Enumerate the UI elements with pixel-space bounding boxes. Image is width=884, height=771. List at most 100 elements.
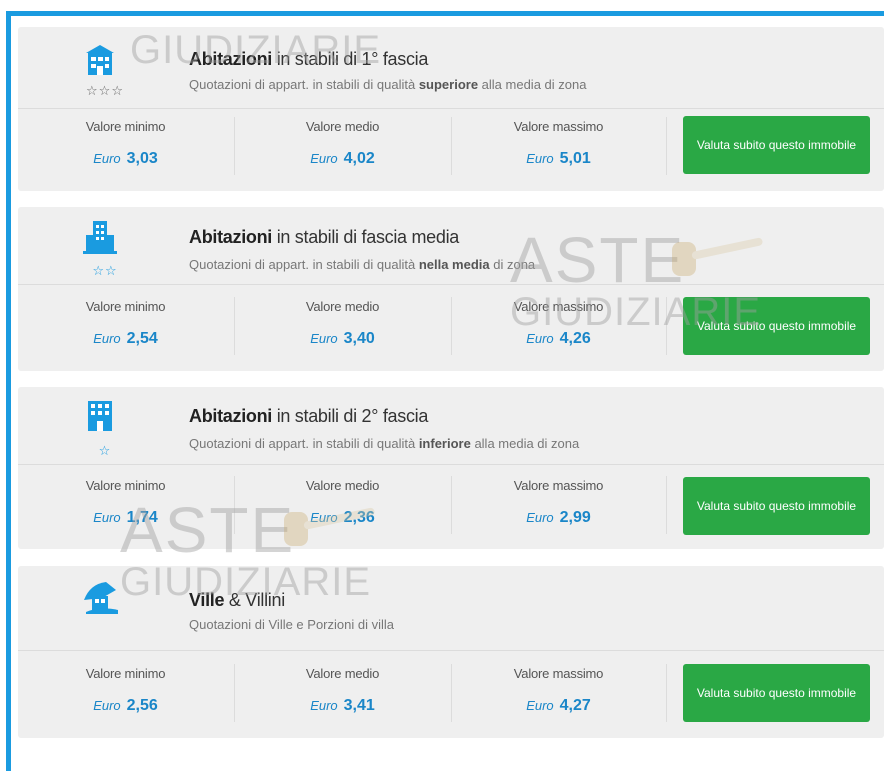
subtitle-pre: Quotazioni di appart. in stabili di qual… — [189, 257, 419, 272]
min-value: Euro 1,74 — [18, 509, 233, 527]
min-value-label: Valore minimo — [85, 666, 166, 681]
card-title: Abitazioni in stabili di 1° fascia — [189, 49, 428, 70]
card-divider — [18, 650, 884, 651]
subtitle-pre: Quotazioni di appart. in stabili di qual… — [189, 436, 419, 451]
column-separator — [666, 117, 667, 175]
avg-value: Euro 3,40 — [235, 330, 450, 348]
currency-label: Euro — [310, 698, 338, 713]
min-value: Euro 2,56 — [18, 697, 233, 715]
avg-value-amount: 4,02 — [343, 150, 375, 167]
villa-house-icon — [80, 576, 120, 620]
avg-value-amount: 3,41 — [343, 697, 375, 714]
subtitle-post: di zona — [489, 257, 536, 272]
apartment-tower-icon — [80, 217, 120, 261]
avg-value-column: Valore medio Euro 4,02 — [235, 119, 450, 168]
avg-value-label: Valore medio — [305, 119, 380, 134]
max-value-amount: 4,26 — [559, 330, 591, 347]
max-value-label: Valore massimo — [513, 299, 604, 314]
max-value-amount: 2,99 — [559, 509, 591, 526]
max-value-label: Valore massimo — [513, 119, 604, 134]
rating-stars: ☆☆ — [92, 263, 118, 278]
title-bold: Abitazioni — [189, 227, 272, 247]
currency-label: Euro — [93, 510, 121, 525]
min-value-amount: 3,03 — [126, 150, 158, 167]
max-value-label: Valore massimo — [513, 478, 604, 493]
currency-label: Euro — [526, 698, 554, 713]
title-bold: Abitazioni — [189, 406, 272, 426]
currency-label: Euro — [310, 151, 338, 166]
min-value-amount: 2,54 — [126, 330, 158, 347]
min-value-column: Valore minimo Euro 3,03 — [18, 119, 233, 168]
card-title: Abitazioni in stabili di 2° fascia — [189, 406, 428, 427]
currency-label: Euro — [310, 510, 338, 525]
max-value-column: Valore massimo Euro 2,99 — [451, 478, 666, 527]
subtitle-post: alla media di zona — [478, 77, 587, 92]
min-value-column: Valore minimo Euro 2,56 — [18, 666, 233, 715]
card-subtitle: Quotazioni di appart. in stabili di qual… — [189, 257, 535, 272]
avg-value-label: Valore medio — [305, 478, 380, 493]
card-subtitle: Quotazioni di Ville e Porzioni di villa — [189, 617, 394, 632]
avg-value-amount: 3,40 — [343, 330, 375, 347]
min-value-label: Valore minimo — [85, 478, 166, 493]
avg-value-label: Valore medio — [305, 299, 380, 314]
subtitle-pre: Quotazioni di Ville e Porzioni di villa — [189, 617, 394, 632]
min-value: Euro 2,54 — [18, 330, 233, 348]
column-separator — [666, 476, 667, 534]
quote-card-2nd-tier: ☆ Abitazioni in stabili di 2° fascia Quo… — [18, 387, 884, 549]
card-title: Abitazioni in stabili di fascia media — [189, 227, 459, 248]
currency-label: Euro — [526, 151, 554, 166]
min-value-amount: 1,74 — [126, 509, 158, 526]
evaluate-property-button[interactable]: Valuta subito questo immobile — [683, 664, 870, 722]
rating-stars: ☆☆☆ — [86, 83, 124, 98]
title-rest: in stabili di 2° fascia — [272, 406, 429, 426]
title-rest: & Villini — [224, 590, 285, 610]
card-subtitle: Quotazioni di appart. in stabili di qual… — [189, 77, 586, 92]
subtitle-bold: superiore — [418, 77, 479, 92]
currency-label: Euro — [93, 151, 121, 166]
max-value-amount: 4,27 — [559, 697, 591, 714]
column-separator — [666, 297, 667, 355]
max-value: Euro 4,27 — [451, 697, 666, 715]
title-rest: in stabili di 1° fascia — [272, 49, 429, 69]
subtitle-bold: inferiore — [418, 436, 471, 451]
evaluate-property-button[interactable]: Valuta subito questo immobile — [683, 116, 870, 174]
min-value-column: Valore minimo Euro 1,74 — [18, 478, 233, 527]
card-divider — [18, 464, 884, 465]
currency-label: Euro — [310, 331, 338, 346]
min-value-label: Valore minimo — [85, 299, 166, 314]
card-divider — [18, 284, 884, 285]
avg-value: Euro 2,36 — [235, 509, 450, 527]
avg-value: Euro 3,41 — [235, 697, 450, 715]
subtitle-bold: nella media — [418, 257, 490, 272]
rating-stars: ☆ — [98, 443, 112, 458]
office-building-icon — [80, 395, 120, 439]
avg-value-label: Valore medio — [305, 666, 380, 681]
currency-label: Euro — [93, 331, 121, 346]
evaluate-property-button[interactable]: Valuta subito questo immobile — [683, 477, 870, 535]
min-value: Euro 3,03 — [18, 150, 233, 168]
min-value-amount: 2,56 — [126, 697, 158, 714]
title-bold: Ville — [189, 590, 225, 610]
max-value: Euro 2,99 — [451, 509, 666, 527]
max-value-amount: 5,01 — [559, 150, 591, 167]
evaluate-property-button[interactable]: Valuta subito questo immobile — [683, 297, 870, 355]
max-value-label: Valore massimo — [513, 666, 604, 681]
avg-value-amount: 2,36 — [343, 509, 375, 526]
min-value-label: Valore minimo — [85, 119, 166, 134]
quote-card-villas: Ville & Villini Quotazioni di Ville e Po… — [18, 566, 884, 738]
card-divider — [18, 108, 884, 109]
subtitle-post: alla media di zona — [470, 436, 580, 451]
avg-value: Euro 4,02 — [235, 150, 450, 168]
card-subtitle: Quotazioni di appart. in stabili di qual… — [189, 436, 579, 451]
max-value-column: Valore massimo Euro 5,01 — [451, 119, 666, 168]
subtitle-pre: Quotazioni di appart. in stabili di qual… — [189, 77, 419, 92]
quote-card-mid-tier: ☆☆ Abitazioni in stabili di fascia media… — [18, 207, 884, 371]
avg-value-column: Valore medio Euro 2,36 — [235, 478, 450, 527]
max-value-column: Valore massimo Euro 4,27 — [451, 666, 666, 715]
max-value-column: Valore massimo Euro 4,26 — [451, 299, 666, 348]
card-title: Ville & Villini — [189, 590, 285, 611]
currency-label: Euro — [93, 698, 121, 713]
title-rest: in stabili di fascia media — [272, 227, 460, 247]
currency-label: Euro — [526, 331, 554, 346]
max-value: Euro 4,26 — [451, 330, 666, 348]
